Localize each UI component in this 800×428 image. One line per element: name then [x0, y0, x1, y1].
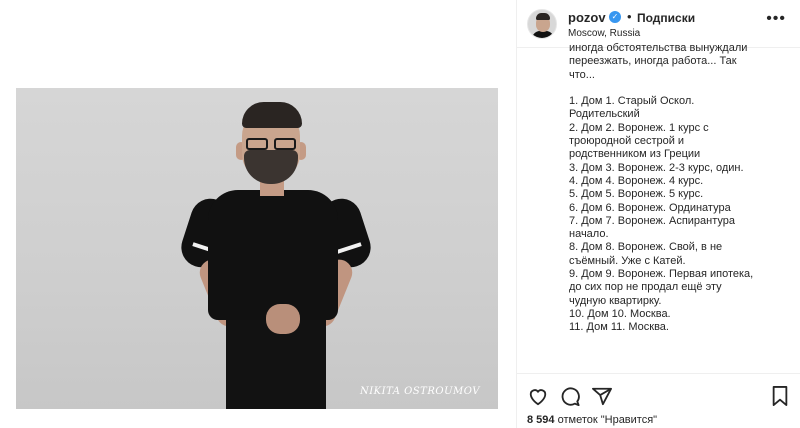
hair — [242, 102, 302, 128]
left-lens — [246, 138, 268, 150]
caption-line: 8. Дом 8. Воронеж. Свой, в не — [569, 241, 723, 254]
caption-line: 10. Дом 10. Москва. — [569, 307, 671, 320]
caption-line: что... — [569, 68, 595, 81]
caption-line: съёмный. Уже с Катей. — [569, 254, 686, 267]
caption-line: 2. Дом 2. Воронеж. 1 курс с — [569, 121, 709, 134]
username-link[interactable]: pozov — [568, 10, 606, 25]
instagram-post: NIKITA OSTROUMOV pozov ✓ • Подписки Mosc… — [0, 0, 800, 428]
caption-line: до сих пор не продал ещё эту — [569, 281, 722, 294]
black-tshirt — [208, 190, 338, 320]
avatar[interactable] — [527, 9, 557, 39]
beard — [244, 150, 298, 184]
separator-dot: • — [627, 9, 632, 24]
post-caption: иногда обстоятельства вынуждали переезжат… — [569, 42, 797, 372]
post-header: pozov ✓ • Подписки Moscow, Russia ••• — [517, 0, 800, 48]
likes-label: отметок "Нравится" — [557, 414, 658, 426]
caption-line: троюродной сестрой и — [569, 135, 685, 148]
caption-line: 7. Дом 7. Воронеж. Аспирантура — [569, 214, 736, 227]
caption-line: 11. Дом 11. Москва. — [569, 321, 669, 334]
caption-line: 4. Дом 4. Воронеж. 4 курс. — [569, 174, 704, 187]
avatar-body — [532, 31, 554, 38]
caption-line: 5. Дом 5. Воронеж. 5 курс. — [569, 188, 704, 201]
caption-line: чудную квартирку. — [569, 294, 662, 307]
likes-number: 8 594 — [527, 414, 555, 426]
post-photo[interactable]: NIKITA OSTROUMOV — [16, 88, 498, 409]
glasses — [246, 138, 298, 150]
caption-line: Родительский — [569, 108, 640, 121]
location-link[interactable]: Moscow, Russia — [568, 28, 640, 39]
caption-line: начало. — [569, 228, 609, 241]
post-media: NIKITA OSTROUMOV — [0, 0, 517, 428]
verified-badge-icon: ✓ — [609, 11, 621, 23]
post-sidebar: pozov ✓ • Подписки Moscow, Russia ••• ин… — [517, 0, 800, 428]
caption-line: 1. Дом 1. Старый Оскол. — [569, 95, 695, 108]
person-figure — [176, 98, 376, 409]
heart-icon[interactable] — [527, 386, 549, 406]
share-icon[interactable] — [591, 386, 613, 406]
comment-icon[interactable] — [559, 386, 581, 406]
following-button[interactable]: Подписки — [637, 11, 695, 25]
bookmark-icon[interactable] — [769, 386, 791, 406]
avatar-hair — [536, 13, 550, 20]
caption-line: родственником из Греции — [569, 148, 701, 161]
right-lens — [274, 138, 296, 150]
photo-watermark: NIKITA OSTROUMOV — [359, 386, 480, 397]
likes-count[interactable]: 8 594 отметок "Нравится" — [527, 414, 657, 426]
caption-line: переезжать, иногда работа... Так — [569, 55, 737, 68]
more-icon[interactable]: ••• — [766, 10, 786, 28]
caption-line: 9. Дом 9. Воронеж. Первая ипотека, — [569, 268, 754, 281]
action-bar — [517, 373, 800, 411]
caption-line: 3. Дом 3. Воронеж. 2-3 курс, один. — [569, 161, 744, 174]
caption-line: 6. Дом 6. Воронеж. Ординатура — [569, 201, 731, 214]
caption-line: иногда обстоятельства вынуждали — [569, 42, 748, 54]
clasped-hands — [266, 304, 300, 334]
